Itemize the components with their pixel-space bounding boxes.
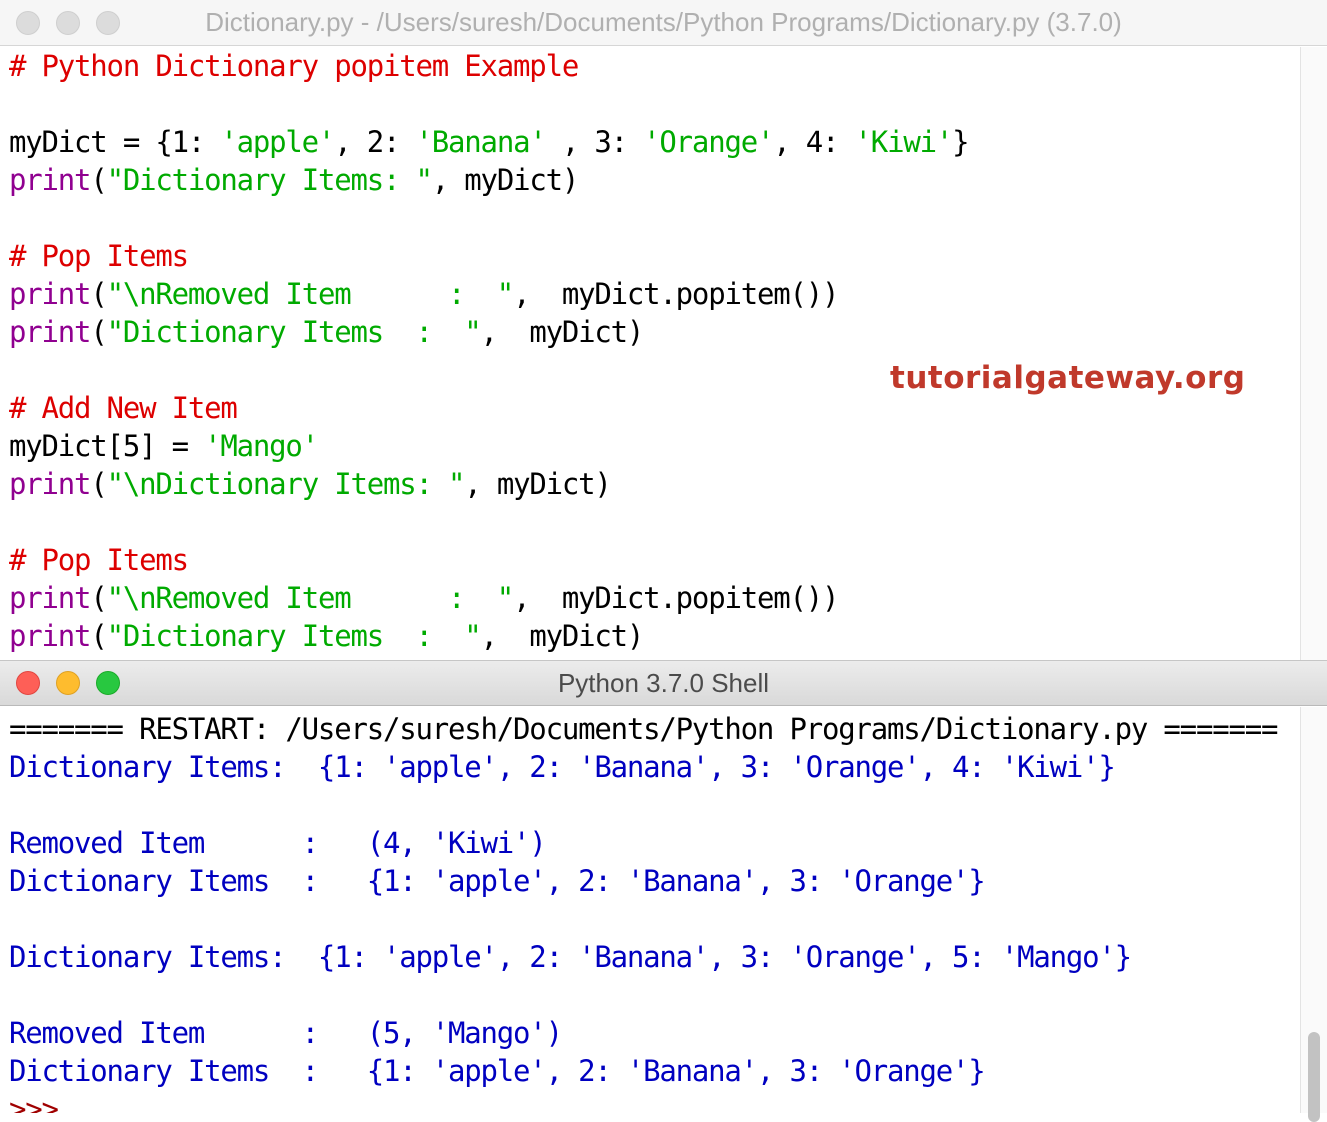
code-line[interactable]: # Pop Items [9,541,189,579]
minimize-button[interactable] [56,671,80,695]
comment: # Add New Item [9,391,238,425]
string-literal: 'Orange' [643,125,774,159]
code-text: , 2: [334,125,416,159]
builtin-keyword: print [9,163,92,197]
shell-titlebar[interactable]: Python 3.7.0 Shell [0,660,1327,706]
code-text: myDict[5] = [9,429,205,463]
shell-prompt[interactable]: >>> [9,1090,59,1113]
code-line[interactable]: print("Dictionary Items: ", myDict) [9,161,580,199]
output-line: Removed Item : (5, 'Mango') [9,1016,563,1050]
string-literal: 'apple' [220,125,335,159]
string-literal: "Dictionary Items : " [106,619,482,653]
builtin-keyword: print [9,619,92,653]
editor-window-title: Dictionary.py - /Users/suresh/Documents/… [205,7,1122,37]
code-line[interactable]: # Pop Items [9,237,189,275]
editor-window-controls [16,10,120,35]
tutorialgateway-watermark: tutorialgateway.org [890,360,1246,396]
shell-window-title: Python 3.7.0 Shell [557,667,770,698]
code-text: ( [90,467,107,501]
code-text: , myDict) [480,619,645,653]
code-line[interactable]: # Python Dictionary popitem Example [9,47,579,85]
close-button[interactable] [16,671,40,695]
restart-line: ======= RESTART: /Users/suresh/Documents… [9,712,1278,746]
output-line: Dictionary Items: {1: 'apple', 2: 'Banan… [9,750,1116,784]
builtin-keyword: print [9,315,92,349]
code-line[interactable]: print("Dictionary Items : ", myDict) [9,313,645,351]
code-text: ( [90,581,107,615]
code-text: , myDict.popitem()) [513,581,839,615]
builtin-keyword: print [9,581,92,615]
code-text: , myDict.popitem()) [513,277,839,311]
output-line: Dictionary Items: {1: 'apple', 2: 'Banan… [9,940,1132,974]
zoom-button[interactable] [96,10,120,35]
code-text: , myDict) [480,315,645,349]
shell-scroll-thumb[interactable] [1308,1032,1320,1122]
string-literal: "\nDictionary Items: " [106,467,466,501]
minimize-button[interactable] [56,10,80,35]
editor-scrollbar[interactable] [1300,47,1327,660]
string-literal: 'Kiwi' [854,125,954,159]
builtin-keyword: print [9,277,92,311]
code-line[interactable]: print("\nDictionary Items: ", myDict) [9,465,612,503]
code-text: , myDict) [431,163,580,197]
string-literal: 'Mango' [204,429,319,463]
output-line: Dictionary Items : {1: 'apple', 2: 'Bana… [9,864,986,898]
output-line: Removed Item : (4, 'Kiwi') [9,826,547,860]
code-line[interactable]: print("Dictionary Items : ", myDict) [9,617,645,655]
zoom-button[interactable] [96,671,120,695]
shell-scrollbar[interactable] [1300,707,1327,1122]
code-text: ( [90,619,107,653]
shell-window-controls [16,671,120,695]
code-line[interactable]: print("\nRemoved Item : ", myDict.popite… [9,275,839,313]
code-text: myDict = {1: [9,125,221,159]
code-text: , 3: [545,125,644,159]
code-text: } [952,125,969,159]
string-literal: 'Banana' [415,125,547,159]
output-line: Dictionary Items : {1: 'apple', 2: 'Bana… [9,1054,986,1088]
shell-output-area[interactable]: ======= RESTART: /Users/suresh/Documents… [0,707,1300,1113]
code-text: ( [90,277,107,311]
code-text: ( [90,315,107,349]
code-line[interactable]: myDict[5] = 'Mango' [9,427,319,465]
code-text: , myDict) [464,467,612,501]
code-text: ( [90,163,107,197]
close-button[interactable] [16,10,40,35]
string-literal: "\nRemoved Item : " [106,581,515,615]
builtin-keyword: print [9,467,92,501]
editor-code-area[interactable]: # Python Dictionary popitem Example myDi… [0,47,1300,660]
string-literal: "Dictionary Items: " [106,163,433,197]
code-line[interactable]: print("\nRemoved Item : ", myDict.popite… [9,579,839,617]
comment: # Pop Items [9,543,189,577]
comment: # Pop Items [9,239,189,273]
code-text: , 4: [773,125,855,159]
code-line[interactable]: # Add New Item [9,389,238,427]
code-line[interactable]: myDict = {1: 'apple', 2: 'Banana' , 3: '… [9,123,970,161]
string-literal: "\nRemoved Item : " [106,277,515,311]
string-literal: "Dictionary Items : " [106,315,482,349]
comment: # Python Dictionary popitem Example [9,49,579,83]
editor-titlebar[interactable]: Dictionary.py - /Users/suresh/Documents/… [0,0,1327,46]
